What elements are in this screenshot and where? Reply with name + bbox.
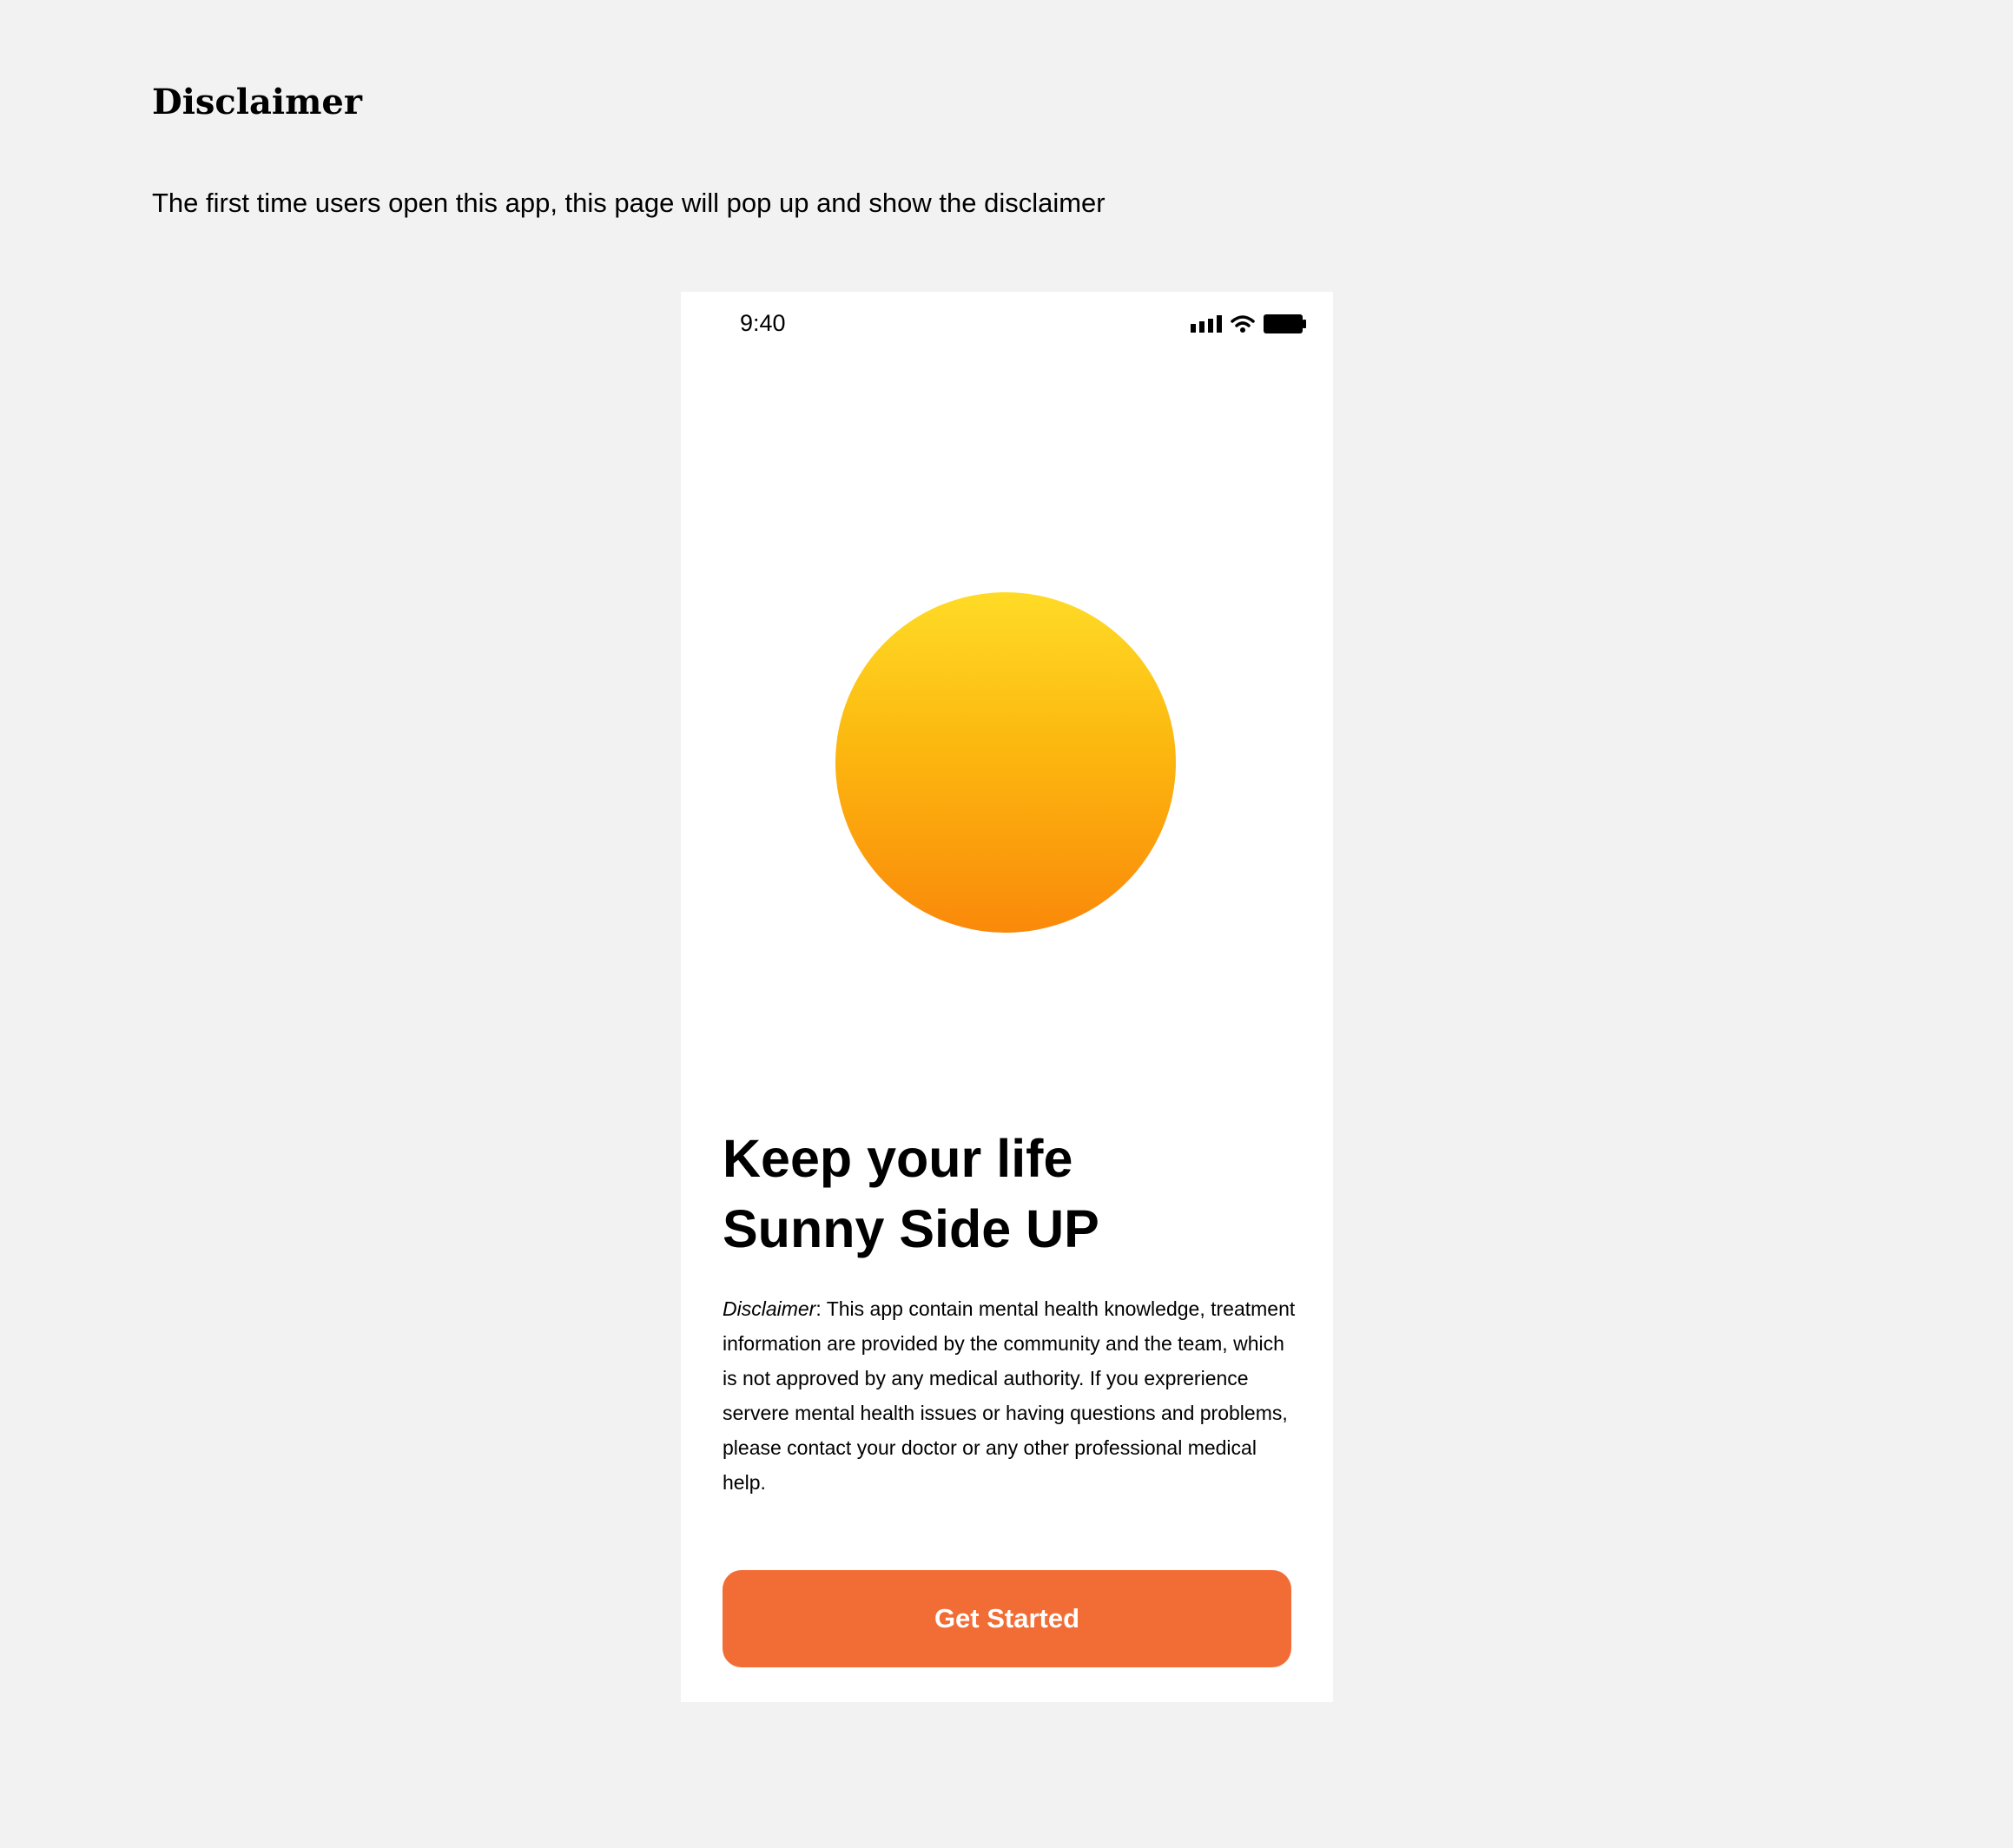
phone-screen: 9:40 Keep your life Sunny Side UP Discla… [681,292,1333,1702]
sun-graphic [835,592,1176,933]
get-started-button[interactable]: Get Started [723,1570,1291,1667]
headline-line-1: Keep your life [723,1129,1073,1188]
wifi-icon [1231,314,1255,333]
headline-line-2: Sunny Side UP [723,1199,1099,1258]
headline: Keep your life Sunny Side UP [723,1124,1099,1264]
battery-icon [1264,314,1307,334]
status-icons [1191,314,1307,334]
page-description: The first time users open this app, this… [152,188,1106,218]
status-time: 9:40 [740,310,786,336]
signal-icon [1191,315,1222,333]
page-title: Disclaimer [152,82,362,122]
disclaimer-text: Disclaimer: This app contain mental heal… [723,1291,1300,1500]
disclaimer-label: Disclaimer [723,1297,816,1320]
disclaimer-body: : This app contain mental health knowled… [723,1297,1296,1494]
